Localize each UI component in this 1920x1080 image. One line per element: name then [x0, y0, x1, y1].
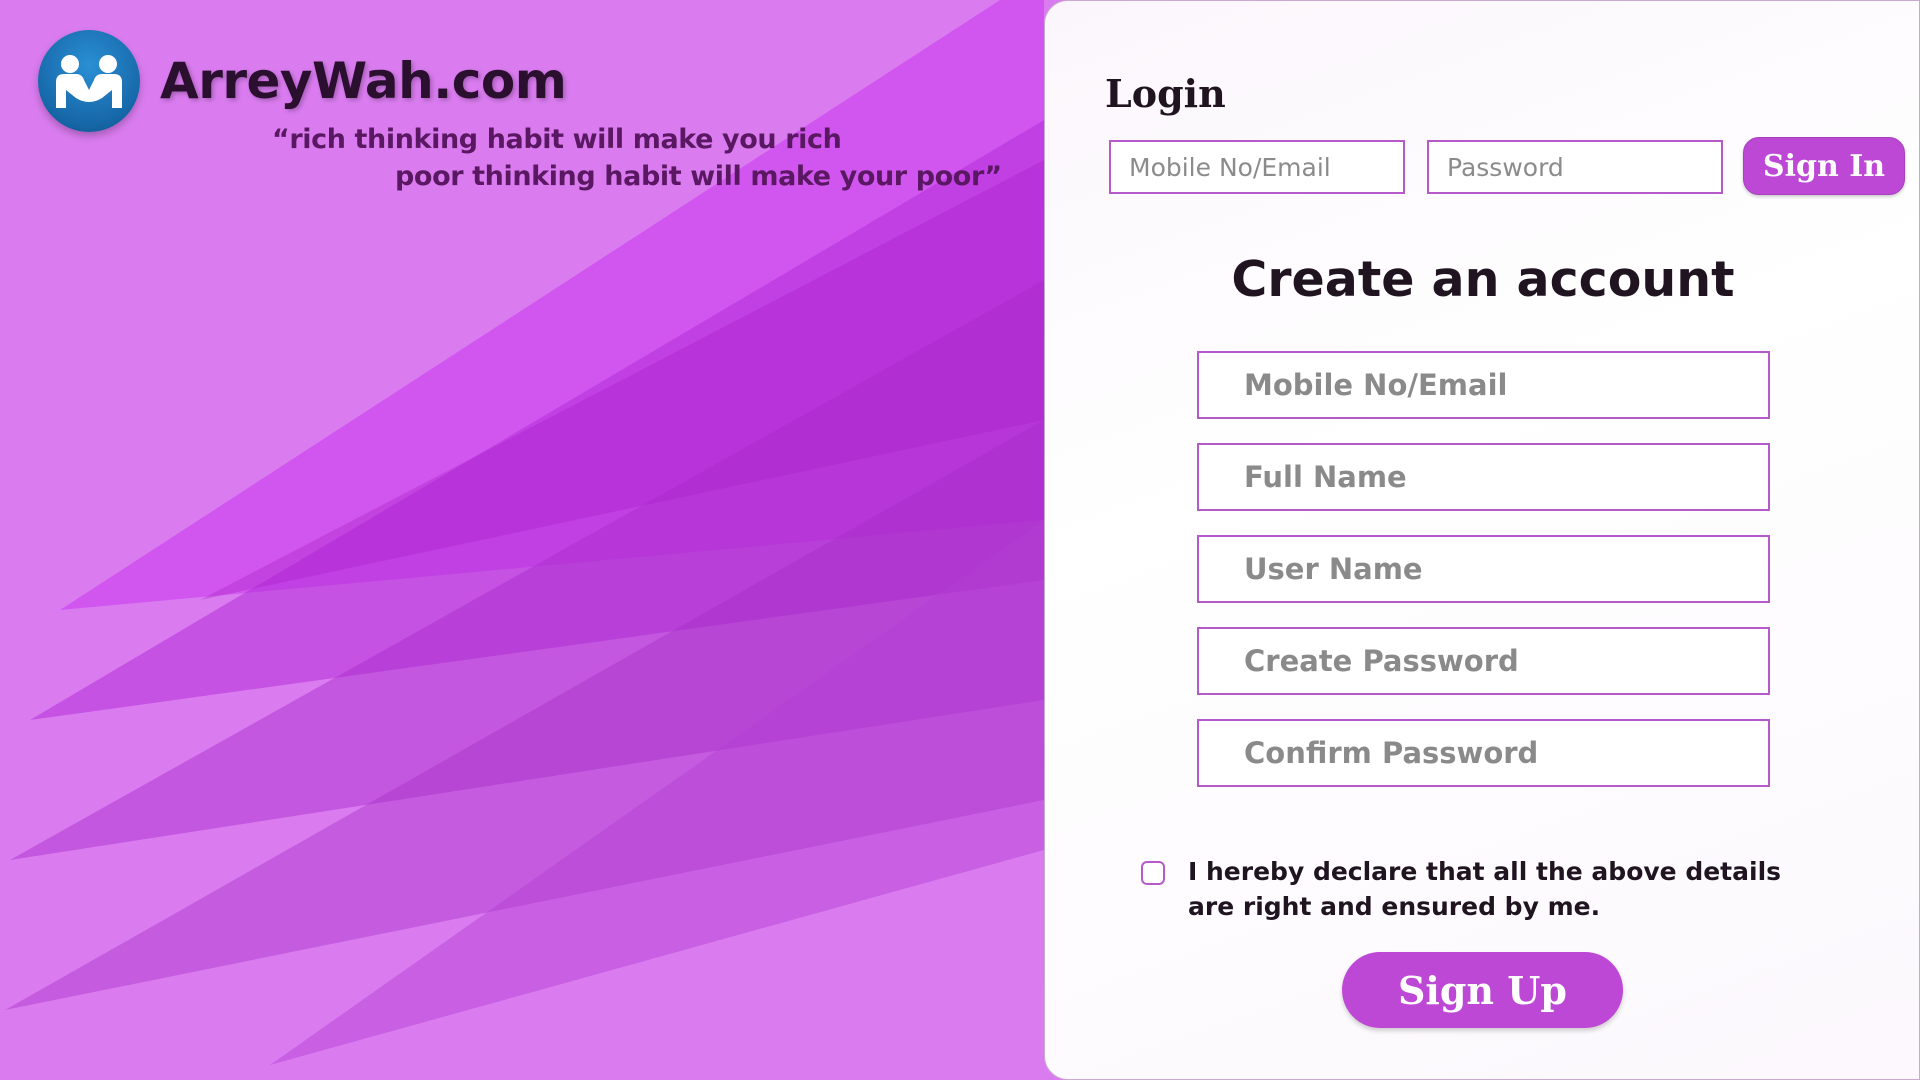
- register-mobile-email-input[interactable]: [1197, 351, 1770, 419]
- register-full-name-input[interactable]: [1197, 443, 1770, 511]
- login-password-input[interactable]: [1427, 140, 1723, 194]
- register-confirm-password-input[interactable]: [1197, 719, 1770, 787]
- register-user-name-input[interactable]: [1197, 535, 1770, 603]
- create-account-title: Create an account: [1231, 251, 1735, 308]
- sign-in-button[interactable]: Sign In: [1743, 137, 1905, 195]
- login-title: Login: [1105, 71, 1226, 116]
- site-name: ArreyWah.com: [160, 52, 567, 110]
- auth-panel: Login Sign In Create an account I hereby…: [1044, 0, 1920, 1080]
- login-username-input[interactable]: [1109, 140, 1405, 194]
- declaration-text: I hereby declare that all the above deta…: [1188, 857, 1782, 921]
- register-create-password-input[interactable]: [1197, 627, 1770, 695]
- quote-line-2: poor thinking habit will make your poor”: [395, 161, 1002, 192]
- brand-header: ArreyWah.com: [38, 30, 567, 132]
- handshake-people-icon[interactable]: [38, 30, 140, 132]
- declaration-checkbox[interactable]: [1141, 861, 1165, 885]
- quote-line-1: “rich thinking habit will make you rich: [272, 124, 842, 155]
- sign-up-button[interactable]: Sign Up: [1342, 952, 1623, 1028]
